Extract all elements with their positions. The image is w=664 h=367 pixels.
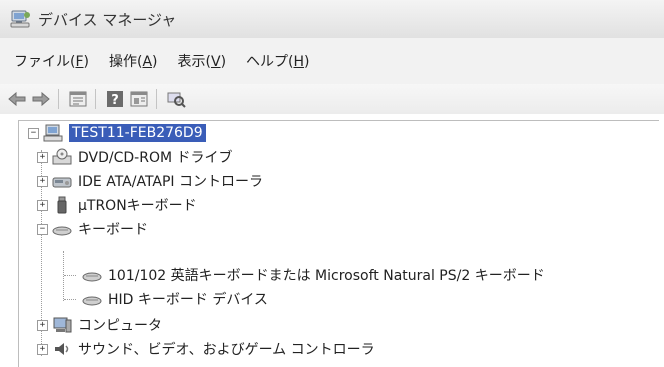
properties-icon[interactable]	[67, 88, 89, 110]
device-manager-icon	[10, 9, 32, 29]
title-bar: デバイス マネージャ	[0, 0, 664, 39]
toolbar-separator	[95, 89, 96, 109]
tree-item-utron[interactable]: + μTRONキーボード	[37, 193, 197, 217]
tree-root[interactable]: − TEST11-FEB276D9	[28, 121, 206, 145]
expand-icon[interactable]: +	[37, 199, 48, 211]
collapse-icon[interactable]: −	[28, 127, 39, 139]
tree-item-ps2-keyboard[interactable]: 101/102 英語キーボードまたは Microsoft Natural PS/…	[78, 263, 545, 287]
tree-item-label: IDE ATA/ATAPI コントローラ	[78, 174, 264, 190]
update-driver-icon[interactable]	[128, 88, 150, 110]
tree-item-keyboard[interactable]: − キーボード	[37, 217, 148, 241]
window-title: デバイス マネージャ	[38, 10, 177, 29]
scan-hardware-icon[interactable]	[165, 88, 187, 110]
keyboard-icon	[52, 220, 72, 238]
expand-icon[interactable]: +	[37, 319, 48, 331]
menu-view[interactable]: 表示(V)	[178, 51, 227, 71]
tree-item-label: コンピュータ	[78, 318, 162, 334]
tree-item-label: キーボード	[78, 222, 148, 238]
tree-item-sound[interactable]: + サウンド、ビデオ、およびゲーム コントローラ	[37, 337, 375, 361]
toolbar-separator	[156, 89, 157, 109]
tree-item-label: HID キーボード デバイス	[108, 292, 268, 308]
device-tree[interactable]: − TEST11-FEB276D9 + DVD/CD-ROM ドライブ + ID…	[0, 114, 664, 367]
expand-icon[interactable]: +	[37, 175, 48, 187]
menu-help[interactable]: ヘルプ(H)	[246, 51, 309, 71]
menu-action[interactable]: 操作(A)	[109, 51, 158, 71]
computer-icon	[52, 316, 72, 334]
menu-bar: ファイル(F) 操作(A) 表示(V) ヘルプ(H)	[0, 38, 664, 85]
speaker-icon	[52, 340, 72, 358]
menu-file[interactable]: ファイル(F)	[14, 51, 89, 71]
tree-root-label[interactable]: TEST11-FEB276D9	[69, 124, 206, 142]
expand-icon[interactable]: +	[37, 151, 48, 163]
help-icon[interactable]: ?	[104, 88, 126, 110]
toolbar-separator	[58, 89, 59, 109]
tree-item-label: μTRONキーボード	[78, 198, 197, 214]
ide-controller-icon	[52, 172, 72, 190]
tree-item-label: 101/102 英語キーボードまたは Microsoft Natural PS/…	[108, 268, 545, 284]
tree-item-label: サウンド、ビデオ、およびゲーム コントローラ	[78, 342, 375, 358]
back-icon[interactable]	[6, 88, 28, 110]
tree-line	[64, 275, 76, 277]
tree-item-dvd[interactable]: + DVD/CD-ROM ドライブ	[37, 145, 233, 169]
tree-item-computer[interactable]: + コンピュータ	[37, 313, 162, 337]
collapse-icon[interactable]: −	[37, 223, 48, 235]
tree-line	[64, 299, 76, 301]
toolbar: ?	[0, 84, 664, 115]
keyboard-icon	[82, 290, 102, 308]
tree-item-hid-keyboard[interactable]: HID キーボード デバイス	[78, 287, 268, 311]
computer-icon	[43, 124, 63, 142]
dvd-drive-icon	[52, 148, 72, 166]
keyboard-icon	[82, 266, 102, 284]
tree-item-label: DVD/CD-ROM ドライブ	[78, 150, 233, 166]
forward-icon[interactable]	[30, 88, 52, 110]
tree-item-ide[interactable]: + IDE ATA/ATAPI コントローラ	[37, 169, 263, 193]
svg-text:?: ?	[111, 93, 119, 108]
device-manager-window: デバイス マネージャ ファイル(F) 操作(A) 表示(V) ヘルプ(H) ?	[0, 0, 664, 367]
expand-icon[interactable]: +	[37, 343, 48, 355]
usb-device-icon	[52, 196, 72, 214]
